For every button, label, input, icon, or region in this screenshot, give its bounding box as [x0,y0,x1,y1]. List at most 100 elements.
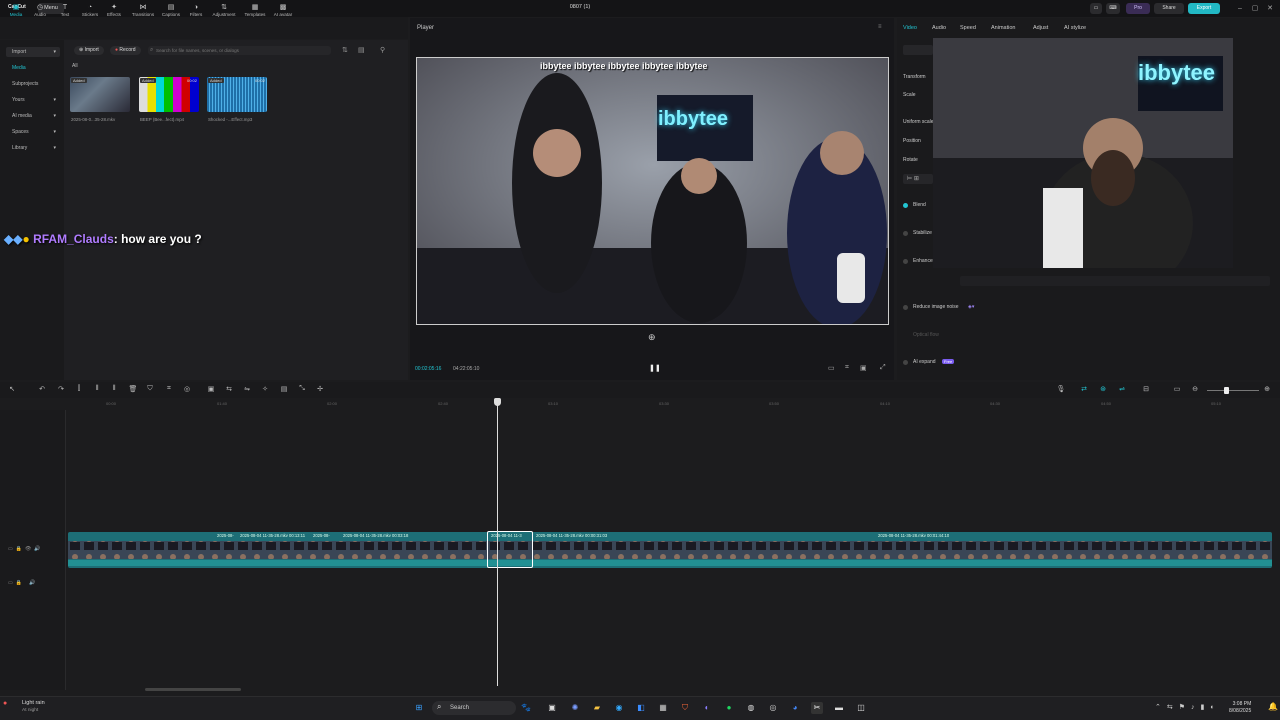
pro-button[interactable]: Pro [1126,3,1150,14]
reverse-icon[interactable]: ⇆ [224,385,234,393]
thumbnail-icon[interactable]: ▭ [1172,385,1182,393]
track-controls-main[interactable]: ▭🔒👁🔊 [8,546,44,552]
tool-ai-avatar[interactable]: ▩ AI avatar [270,3,296,21]
microphone-icon[interactable]: 🎙 [1056,385,1066,393]
minimize-icon[interactable]: – [1233,3,1247,14]
taskbar-search[interactable]: Search [432,701,516,715]
media-thumb-audio[interactable]: Added 00:02 [207,77,267,112]
nav-media[interactable]: Media [6,63,60,73]
tool-stickers[interactable]: ◔ Stickers [78,3,102,21]
menu-icon[interactable]: ≡ [878,24,882,30]
chain-icon[interactable]: ⇌ [1117,385,1127,393]
resize-icon[interactable]: ⤡ [297,385,307,393]
edge-icon[interactable]: ◉ [613,702,625,714]
file-explorer-icon[interactable]: ▰ [591,702,603,714]
zoom-out-icon[interactable]: ⊖ [1190,385,1200,393]
blend-toggle[interactable] [903,203,908,208]
notification-icon[interactable]: 🔔 [1268,702,1278,711]
tool-text[interactable]: T Text [53,3,77,21]
undo-icon[interactable]: ↶ [37,385,47,393]
track-controls-audio[interactable]: ▭🔒 🔊 [8,580,39,586]
tab-video[interactable]: Video [903,25,917,31]
shield-icon[interactable]: ⛉ [145,385,155,393]
media-thumb-beep[interactable]: Added 00:02 [139,77,199,112]
sort-icon[interactable]: ⇅ [342,46,348,54]
nav-library[interactable]: Library ▾ [6,143,60,153]
maximize-icon[interactable]: ▢ [1248,3,1262,14]
media-thumb-video[interactable]: Added [70,77,130,112]
share-button[interactable]: Share [1154,3,1184,14]
steam-icon[interactable]: ◍ [745,702,757,714]
magnet-icon[interactable]: ⊛ [1098,385,1108,393]
align-buttons[interactable]: ⊨ ⊞ [903,174,933,184]
view-grid-icon[interactable]: ▤ [358,46,365,54]
timeline-scrollbar[interactable] [145,688,241,691]
ratio-icon[interactable]: ▭ [828,364,835,372]
discord-icon[interactable]: ◐ [701,702,713,714]
pause-button[interactable]: ❚❚ [649,364,661,372]
tab-audio[interactable]: Audio [932,25,946,31]
reduce-noise-toggle[interactable] [903,305,908,310]
brave-icon[interactable]: ⛉ [679,702,691,714]
delete-icon[interactable]: 🗑 [128,385,138,393]
epic-games-icon[interactable]: ◫ [855,702,867,714]
zoom-slider-track[interactable] [1207,390,1259,391]
mirror-icon[interactable]: ⇋ [242,385,252,393]
ai-expand-toggle[interactable] [903,360,908,365]
tab-adjust[interactable]: Adjust [1033,25,1048,31]
tool-filters[interactable]: ◑ Filters [184,3,208,21]
tool-audio[interactable]: ◷ Audio [28,3,52,21]
chrome-icon[interactable]: ◕ [789,702,801,714]
clock[interactable]: 3:08 PM 8/08/2025 [1229,701,1251,715]
enhance-toggle[interactable] [903,259,908,264]
preview-axis-icon[interactable]: ⊟ [1141,385,1151,393]
animal-widget-icon[interactable]: 🐾 [520,702,532,714]
filter-all[interactable]: All [72,63,78,69]
nav-ai-media[interactable]: AI media ▾ [6,111,60,121]
expand-icon[interactable]: ⤢ [880,364,886,372]
weather-widget[interactable]: Light rain At night [10,700,45,714]
crop-tool-icon[interactable]: ⌗ [164,385,174,393]
stabilize-toggle[interactable] [903,231,908,236]
task-view-icon[interactable]: ▣ [546,702,558,714]
tool-templates[interactable]: ▦ Templates [241,3,269,21]
nav-subprojects[interactable]: Subprojects [6,79,60,89]
captions-tool-icon[interactable]: ▤ [279,385,289,393]
filter-icon[interactable]: ⚲ [380,46,385,54]
export-button[interactable]: Export [1188,3,1220,14]
terminal-icon[interactable]: ▬ [833,702,845,714]
outlook-icon[interactable]: ◧ [635,702,647,714]
store-icon[interactable]: ▦ [657,702,669,714]
nav-spaces[interactable]: Spaces ▾ [6,127,60,137]
tab-ai-stylize[interactable]: AI stylize [1064,25,1086,31]
layout-icon[interactable]: ▭ [1090,3,1102,14]
media-search-input[interactable]: Search for file names, scenes, or dialog… [148,46,331,55]
tool-effects[interactable]: ✦ Effects [102,3,126,21]
shortcuts-icon[interactable]: ⌨ [1106,3,1120,14]
spotify-icon[interactable]: ● [723,702,735,714]
playhead-handle[interactable] [494,398,501,406]
record-button[interactable]: ● Record [110,46,141,55]
mask-icon[interactable]: ◎ [182,385,192,393]
playhead-line[interactable] [497,398,498,686]
sub-tab-bar[interactable] [903,45,933,55]
quality-icon[interactable]: ▣ [860,364,867,372]
zoom-in-icon[interactable]: ⊕ [1262,385,1272,393]
tool-captions[interactable]: ▤ Captions [158,3,184,21]
crop-icon[interactable]: ⌗ [845,364,849,372]
select-tool-icon[interactable]: ↖ [7,385,17,393]
redo-icon[interactable]: ↷ [56,385,66,393]
nav-yours[interactable]: Yours ▾ [6,95,60,105]
video-preview[interactable] [416,57,889,325]
freeze-icon[interactable]: ▣ [206,385,216,393]
capcut-taskbar-icon[interactable]: ✂ [811,702,823,714]
split-icon[interactable]: ⫿ [74,385,84,393]
copilot-icon[interactable]: ✺ [569,702,581,714]
split-left-icon[interactable]: ⦀ [92,385,102,393]
close-icon[interactable]: ✕ [1263,3,1277,14]
nav-import[interactable]: Import ▾ [6,47,60,57]
split-right-icon[interactable]: ⦀ [109,385,119,393]
tab-speed[interactable]: Speed [960,25,976,31]
obs-icon[interactable]: ◎ [767,702,779,714]
import-button[interactable]: ⊕ Import [74,46,104,55]
